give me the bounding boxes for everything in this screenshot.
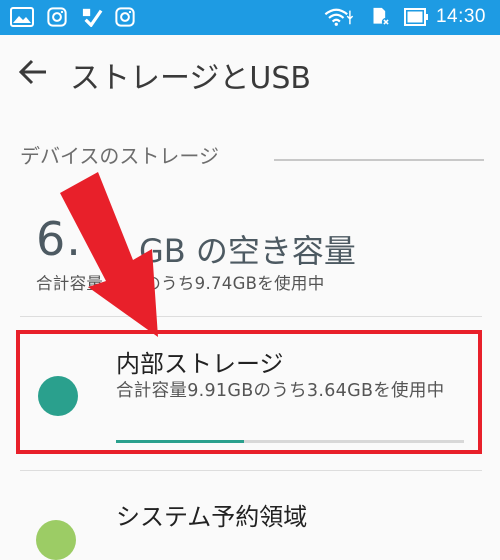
sd-card-icon: [373, 7, 391, 27]
internal-storage-title: 内部ストレージ: [116, 350, 284, 378]
storage-progress-fill: [116, 440, 244, 443]
wifi-icon: [324, 8, 354, 26]
clock: 14:30: [435, 6, 486, 27]
divider: [20, 470, 482, 471]
free-space-summary: 6. GB の空き容量: [36, 212, 356, 270]
storage-color-dot: [36, 520, 76, 560]
storage-progress-bar: [116, 440, 464, 443]
image-icon: [10, 7, 34, 27]
status-bar: 14:30: [0, 0, 500, 35]
section-divider: [274, 159, 484, 161]
divider: [20, 316, 482, 317]
free-space-label: GB の空き容量: [139, 232, 356, 270]
instagram-icon: [115, 7, 135, 27]
system-reserved-item[interactable]: システム予約領域: [0, 472, 500, 560]
system-reserved-title: システム予約領域: [116, 503, 308, 531]
free-space-amount: 6.: [36, 212, 82, 266]
section-header: デバイスのストレージ: [20, 144, 219, 168]
checkmark-app-icon: [82, 8, 103, 27]
page-title: ストレージとUSB: [70, 61, 311, 96]
internal-storage-usage: 合計容量9.91GBのうち3.64GBを使用中: [116, 381, 445, 401]
back-arrow-icon[interactable]: [16, 55, 50, 89]
storage-usage-summary: 合計容量 0GBのうち9.74GBを使用中: [36, 274, 325, 293]
battery-icon: [404, 8, 428, 26]
storage-color-dot: [38, 376, 78, 416]
app-bar: ストレージとUSB: [0, 35, 500, 113]
instagram-icon: [47, 7, 67, 27]
internal-storage-item[interactable]: 内部ストレージ 合計容量9.91GBのうち3.64GBを使用中: [16, 330, 482, 454]
